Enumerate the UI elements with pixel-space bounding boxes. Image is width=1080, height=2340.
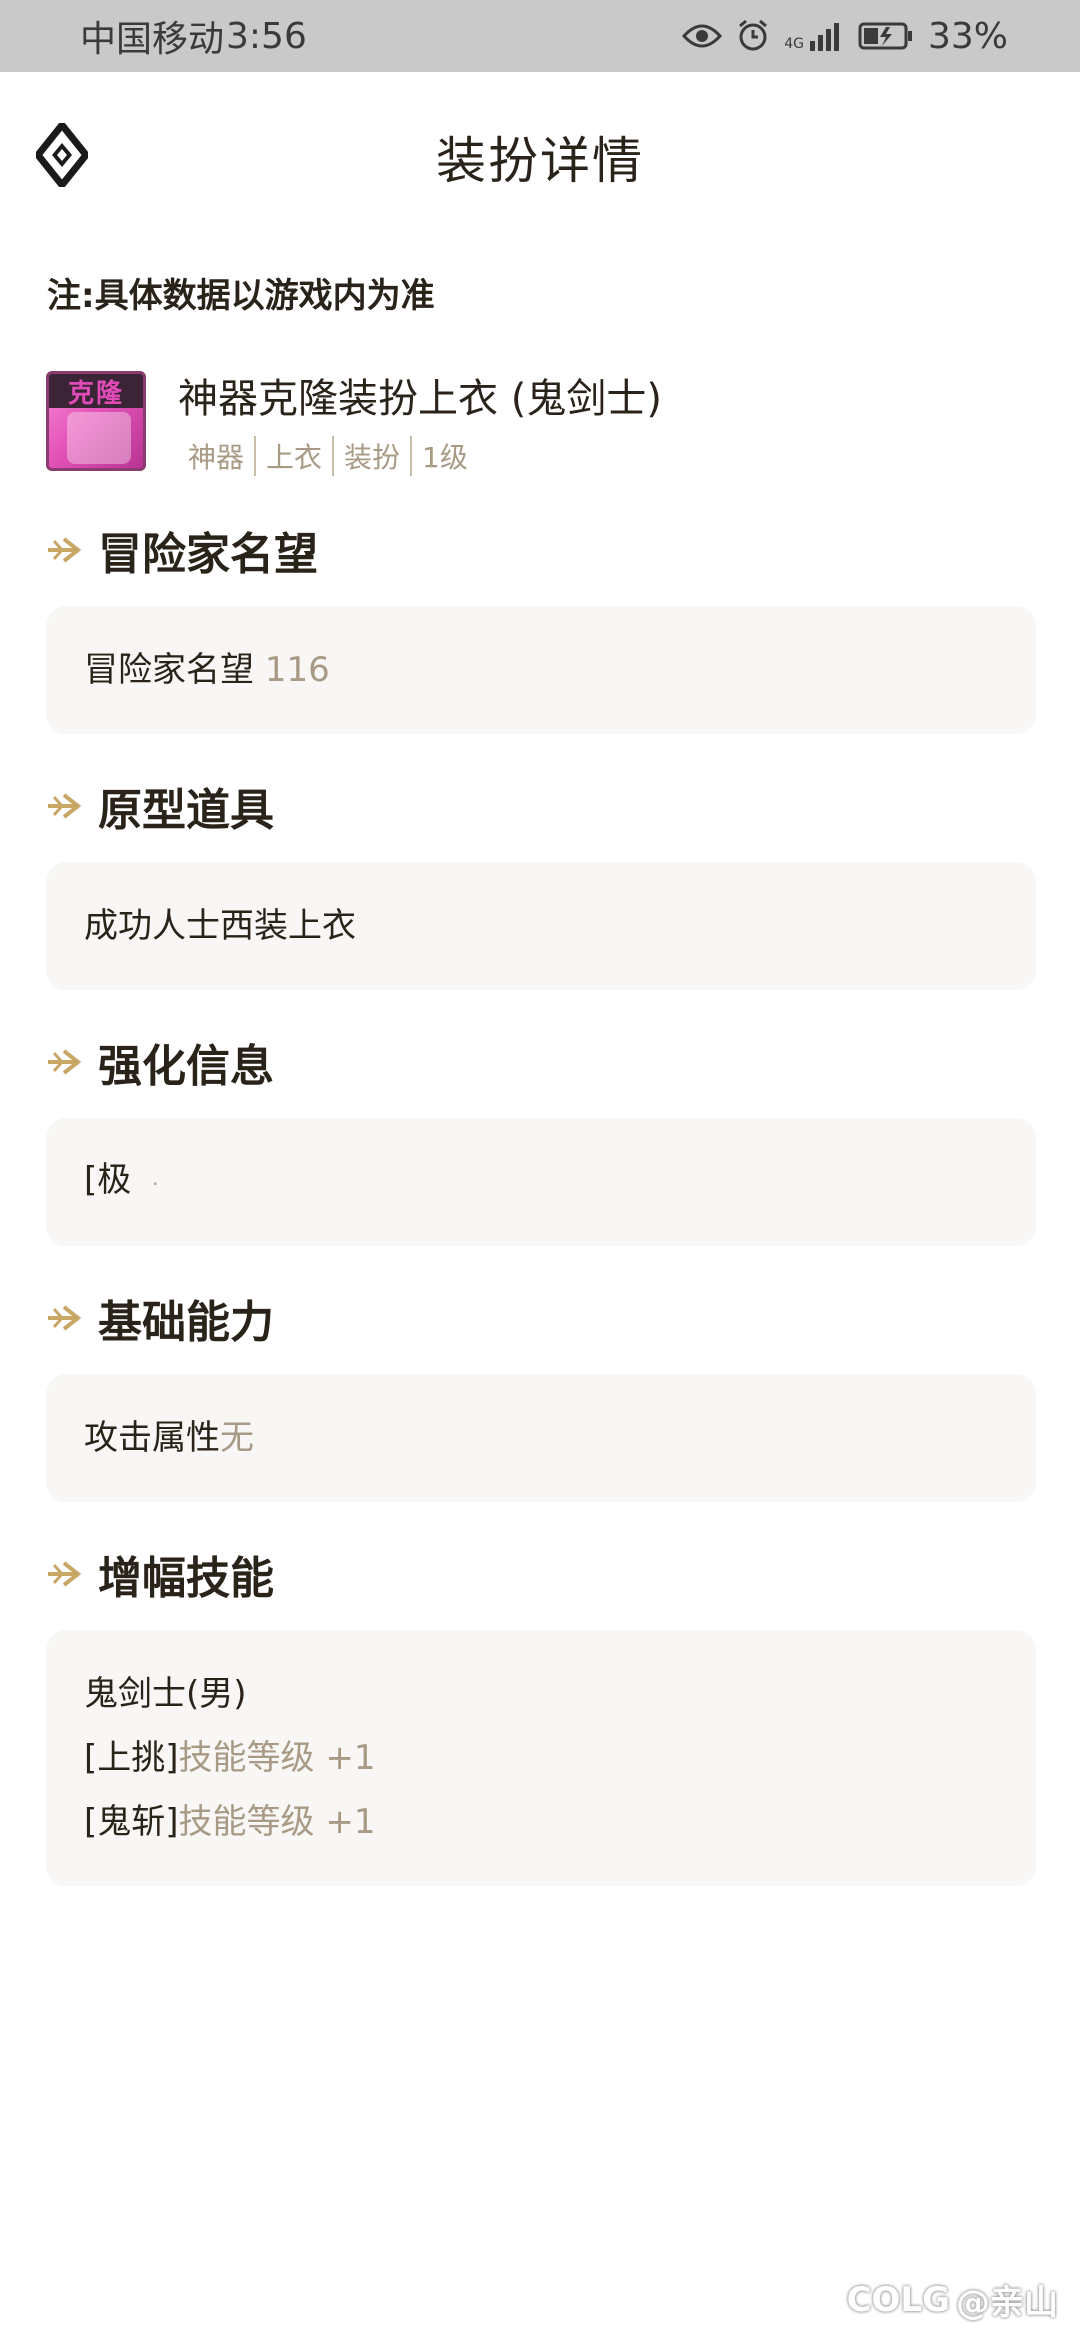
reputation-card: 冒险家名望 116 <box>46 606 1036 734</box>
section-title-prototype: 原型道具 <box>46 774 274 838</box>
status-bar: 中国移动 3:56 4G 33% <box>0 0 1080 72</box>
section-title-reputation: 冒险家名望 <box>46 518 318 582</box>
carrier-label: 中国移动 <box>80 19 225 60</box>
base-card: 攻击属性无 <box>46 1374 1036 1502</box>
item-header: 克隆 神器克隆装扮上衣 (鬼剑士) 神器 上衣 装扮 1级 <box>46 370 1036 476</box>
skill-line: [鬼斩]技能等级 +1 <box>84 1790 998 1854</box>
base-line: 攻击属性无 <box>84 1406 998 1470</box>
disclaimer-note: 注:具体数据以游戏内为准 <box>47 276 435 316</box>
item-image: 克隆 <box>46 371 146 471</box>
prototype-card: 成功人士西装上衣 <box>46 862 1036 990</box>
status-left: 中国移动 3:56 <box>80 10 307 62</box>
item-image-body <box>67 412 131 464</box>
reputation-line: 冒险家名望 116 <box>84 638 998 702</box>
clock: 3:56 <box>226 15 307 57</box>
arrow-icon <box>46 1293 98 1344</box>
page-title: 装扮详情 <box>436 132 644 190</box>
base-label: 攻击属性 <box>84 1418 220 1458</box>
reputation-label: 冒险家名望 <box>84 650 254 690</box>
battery-percent: 33% <box>927 15 1008 57</box>
watermark-user: @亲山 <box>956 2283 1058 2323</box>
back-button[interactable] <box>33 119 91 192</box>
skill-line: [上挑]技能等级 +1 <box>84 1726 998 1790</box>
skills-class-name: 鬼剑士(男) <box>84 1674 247 1714</box>
item-tag: 上衣 <box>254 436 332 476</box>
section-title-enhance: 强化信息 <box>46 1030 274 1094</box>
section-title-text: 基础能力 <box>98 1297 274 1348</box>
enhance-card: [极 · <box>46 1118 1036 1246</box>
arrow-icon <box>46 1037 98 1088</box>
base-value: 无 <box>220 1418 254 1458</box>
section-title-text: 冒险家名望 <box>98 529 318 580</box>
skills-card: 鬼剑士(男) [上挑]技能等级 +1 [鬼斩]技能等级 +1 <box>46 1630 1036 1886</box>
skill-name: [鬼斩] <box>84 1802 179 1842</box>
network-type: 4G <box>784 36 804 52</box>
page-header: 装扮详情 <box>0 72 1080 242</box>
enhance-line: [极 · <box>84 1148 998 1216</box>
skill-effect: 技能等级 +1 <box>178 1738 376 1778</box>
section-title-base: 基础能力 <box>46 1286 274 1350</box>
section-title-skills: 增幅技能 <box>46 1542 274 1606</box>
item-image-banner: 克隆 <box>49 374 143 409</box>
reputation-value: 116 <box>264 650 330 690</box>
section-title-text: 强化信息 <box>98 1041 274 1092</box>
alarm-icon <box>736 19 770 53</box>
watermark-brand: COLG <box>846 2279 950 2320</box>
arrow-icon <box>46 525 98 576</box>
arrow-icon <box>46 781 98 832</box>
item-tag: 神器 <box>188 441 245 474</box>
status-right: 4G 33% <box>682 16 1008 57</box>
item-image-text: 克隆 <box>67 378 124 409</box>
diamond-back-icon <box>33 119 91 191</box>
item-tag: 1级 <box>410 436 478 476</box>
enhance-dot: · <box>152 1172 159 1196</box>
section-title-text: 增幅技能 <box>98 1553 274 1604</box>
signal-icon: 4G <box>784 21 844 51</box>
item-tags: 神器 上衣 装扮 1级 <box>178 436 662 476</box>
item-tag: 装扮 <box>332 436 410 476</box>
prototype-value: 成功人士西装上衣 <box>84 906 356 946</box>
skill-effect: 技能等级 +1 <box>178 1802 376 1842</box>
skill-name: [上挑] <box>84 1738 179 1778</box>
item-name: 神器克隆装扮上衣 (鬼剑士) <box>178 376 662 422</box>
section-title-text: 原型道具 <box>98 785 274 836</box>
battery-icon <box>858 21 914 51</box>
arrow-icon <box>46 1549 98 1600</box>
enhance-value: [极 <box>84 1160 132 1200</box>
item-info: 神器克隆装扮上衣 (鬼剑士) 神器 上衣 装扮 1级 <box>178 366 662 476</box>
watermark: COLG @亲山 <box>847 2275 1058 2324</box>
eye-icon <box>682 22 723 50</box>
